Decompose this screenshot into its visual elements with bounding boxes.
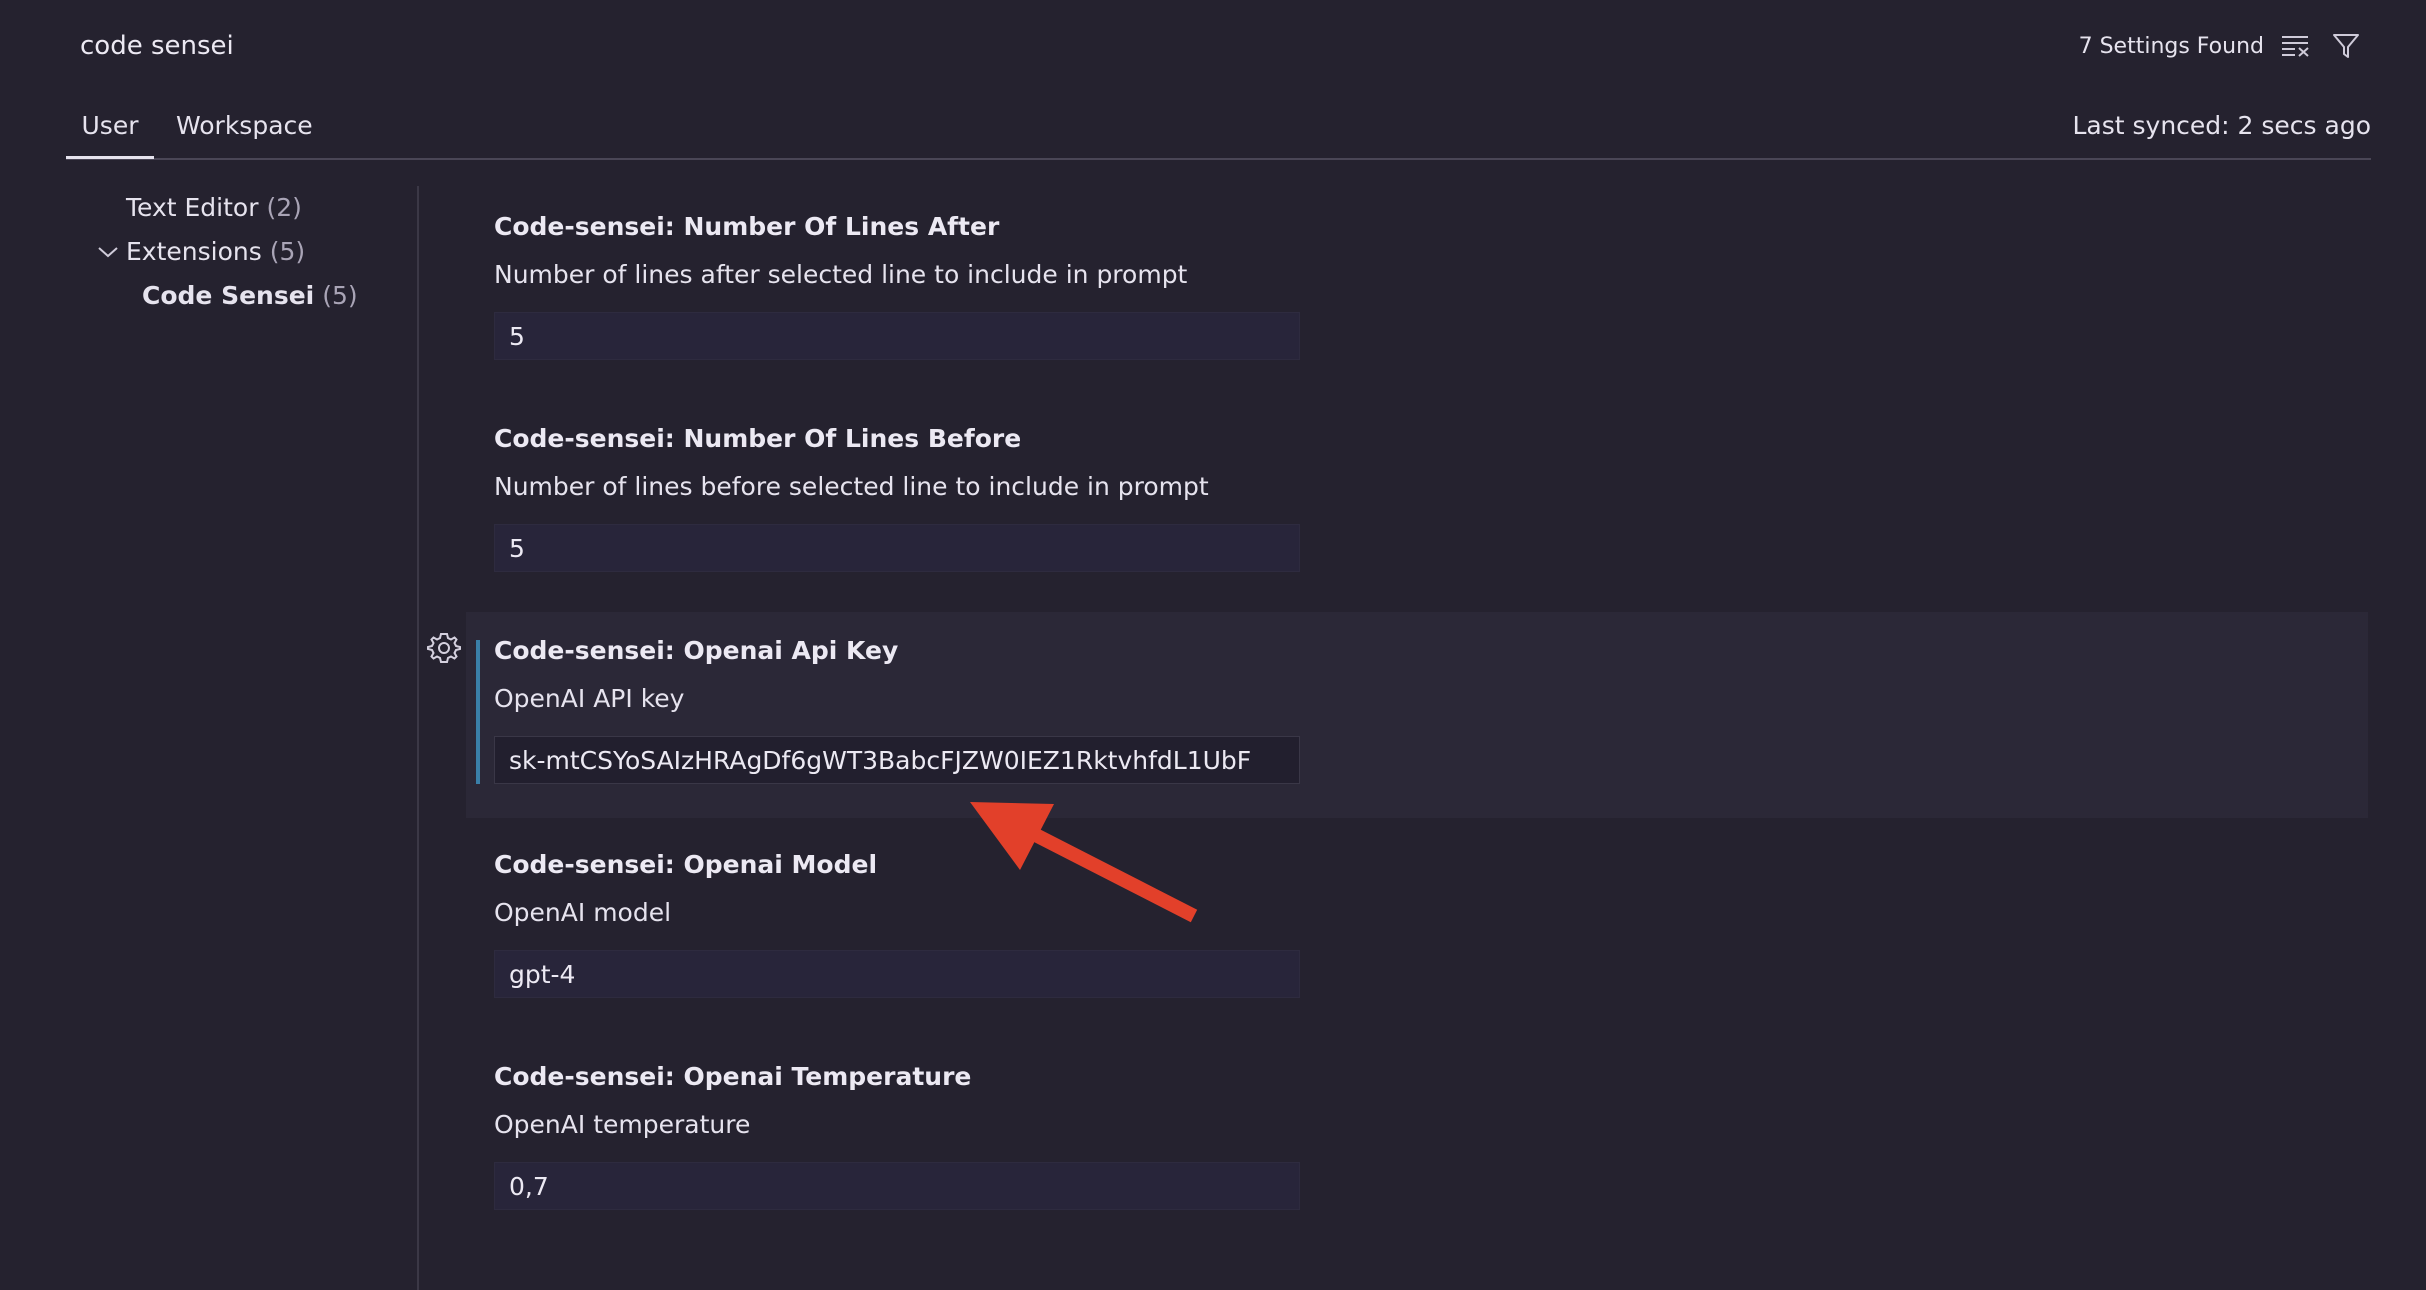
setting-description: OpenAI temperature — [494, 1110, 751, 1139]
settings-found-count: 7 Settings Found — [2078, 33, 2264, 59]
setting-number-of-lines-after: Code-sensei: Number Of Lines After Numbe… — [466, 186, 2368, 398]
tree-item-extensions[interactable]: Extensions (5) — [66, 230, 406, 274]
tree-item-label: Code Sensei — [142, 281, 315, 310]
setting-title: Code-sensei: Number Of Lines Before — [494, 424, 1022, 453]
tree-item-label: Text Editor — [126, 193, 259, 222]
settings-search-input[interactable] — [66, 18, 2044, 74]
setting-number-input[interactable] — [494, 312, 1300, 360]
api-key-input[interactable] — [494, 736, 1300, 784]
setting-title: Code-sensei: Number Of Lines After — [494, 212, 1000, 241]
tree-item-label: Extensions — [126, 237, 262, 266]
setting-description: Number of lines before selected line to … — [494, 472, 1209, 501]
setting-openai-api-key: Code-sensei: Openai Api Key OpenAI API k… — [466, 612, 2368, 818]
settings-editor: 7 Settings Found User Workspace Last — [0, 0, 2426, 1290]
tree-item-text-editor[interactable]: Text Editor (2) — [66, 186, 406, 230]
tab-workspace[interactable]: Workspace — [170, 100, 319, 156]
setting-openai-model: Code-sensei: Openai Model OpenAI model — [466, 824, 2368, 1036]
gear-icon[interactable] — [426, 630, 462, 666]
setting-description: OpenAI model — [494, 898, 672, 927]
tree-item-code-sensei[interactable]: Code Sensei (5) — [66, 274, 406, 318]
setting-number-of-lines-before: Code-sensei: Number Of Lines Before Numb… — [466, 398, 2368, 610]
setting-title: Code-sensei: Openai Api Key — [494, 636, 899, 665]
settings-toc-tree: Text Editor (2) Extensions (5) Code Sens… — [66, 186, 406, 318]
temperature-input[interactable] — [494, 1162, 1300, 1210]
setting-openai-temperature: Code-sensei: Openai Temperature OpenAI t… — [466, 1036, 2368, 1248]
tree-divider — [417, 186, 419, 1290]
chevron-down-icon[interactable] — [90, 230, 126, 274]
setting-number-input[interactable] — [494, 524, 1300, 572]
tree-item-count: (5) — [269, 237, 306, 266]
focus-accent-bar — [476, 640, 480, 784]
setting-title: Code-sensei: Openai Temperature — [494, 1062, 972, 1091]
tab-user[interactable]: User — [66, 100, 154, 159]
setting-description: OpenAI API key — [494, 684, 685, 713]
tree-item-count: (2) — [266, 193, 302, 222]
setting-title: Code-sensei: Openai Model — [494, 850, 878, 879]
clear-filter-icon[interactable] — [2278, 28, 2314, 64]
search-actions: 7 Settings Found — [2079, 28, 2364, 64]
filter-icon[interactable] — [2328, 28, 2364, 64]
setting-description: Number of lines after selected line to i… — [494, 260, 1188, 289]
settings-scope-tabs: User Workspace Last synced: 2 secs ago — [66, 100, 2371, 160]
tree-item-count: (5) — [322, 281, 358, 310]
last-synced-status: Last synced: 2 secs ago — [2072, 111, 2371, 140]
model-input[interactable] — [494, 950, 1300, 998]
